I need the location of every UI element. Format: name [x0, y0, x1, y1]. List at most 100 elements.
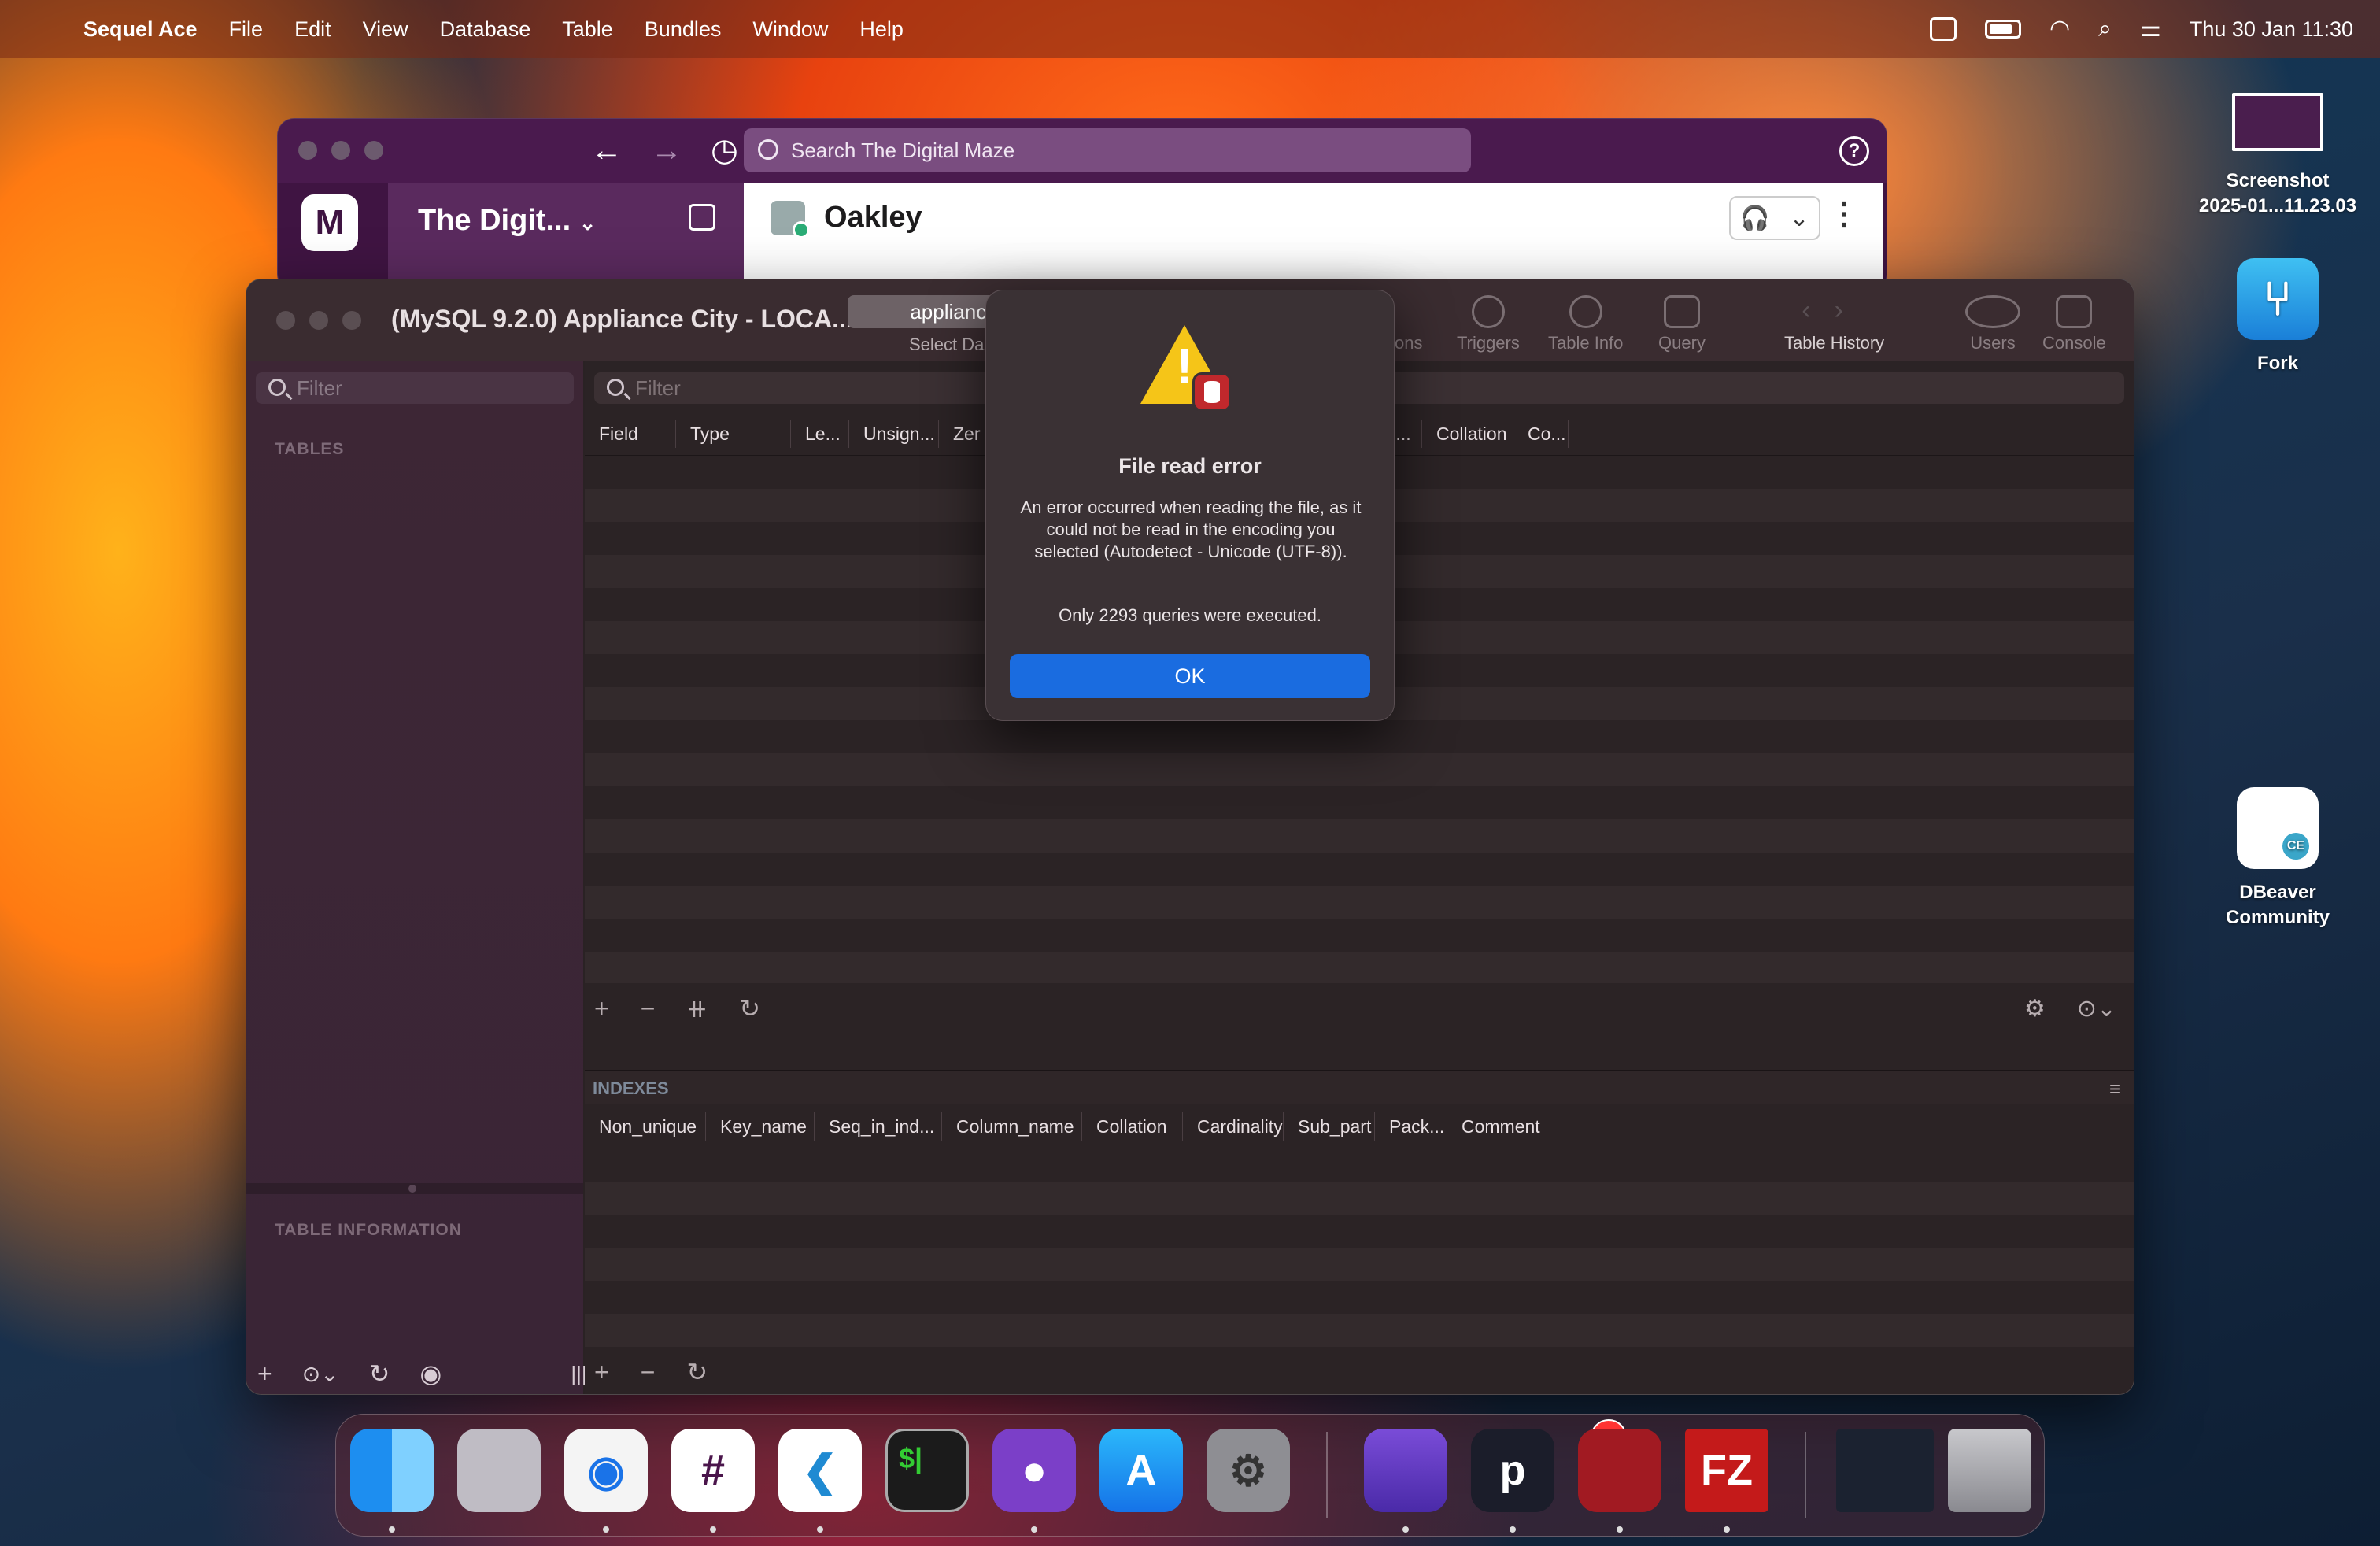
- help-icon[interactable]: ?: [1839, 136, 1869, 166]
- column-header-collation[interactable]: Collation: [1082, 1111, 1183, 1141]
- huddle-button[interactable]: 🎧 ⌄: [1729, 196, 1820, 240]
- sidebar-split-handle[interactable]: [246, 1183, 583, 1194]
- parking-p-icon[interactable]: p: [1471, 1429, 1554, 1512]
- menu-view[interactable]: View: [363, 17, 408, 42]
- database-app-icon[interactable]: [1364, 1429, 1447, 1512]
- refresh-icon[interactable]: ↻: [739, 993, 760, 1023]
- column-header-unsigned[interactable]: Unsign...: [849, 419, 939, 448]
- column-header-field[interactable]: Field: [585, 419, 676, 448]
- menu-database[interactable]: Database: [440, 17, 531, 42]
- add-index-button[interactable]: +: [594, 1358, 609, 1387]
- workspace-icon[interactable]: M: [301, 194, 358, 251]
- trash-icon[interactable]: [1948, 1429, 2031, 1512]
- structure-filter-placeholder: Filter: [635, 375, 681, 400]
- workspace-name-menu[interactable]: The Digit... ⌄: [418, 204, 597, 238]
- vscode-icon[interactable]: ❮: [778, 1429, 862, 1512]
- parking-app-icon[interactable]: [1929, 17, 1957, 41]
- tables-sidebar: Filter TABLES TABLE INFORMATION + ⊙⌄ ↻ ◉…: [246, 361, 587, 1394]
- menu-help[interactable]: Help: [859, 17, 904, 42]
- launchpad-icon[interactable]: [457, 1429, 541, 1512]
- menu-window[interactable]: Window: [752, 17, 828, 42]
- column-header-cardinality[interactable]: Cardinality: [1183, 1111, 1284, 1141]
- column-header-sub-part[interactable]: Sub_part: [1284, 1111, 1375, 1141]
- minimized-window-thumbnail[interactable]: [1836, 1429, 1934, 1512]
- avatar[interactable]: [771, 201, 810, 239]
- search-icon: [758, 139, 778, 160]
- menu-table[interactable]: Table: [562, 17, 613, 42]
- menu-bundles[interactable]: Bundles: [645, 17, 722, 42]
- spotlight-search-icon[interactable]: ⌕: [2098, 17, 2112, 41]
- desktop-dbeaver-app[interactable]: CE DBeaver Community: [2182, 787, 2374, 930]
- finder-icon[interactable]: [350, 1429, 434, 1512]
- slack-search-input[interactable]: Search The Digital Maze: [744, 128, 1471, 172]
- column-header-seq-in-index[interactable]: Seq_in_ind...: [815, 1111, 942, 1141]
- menubar-clock[interactable]: Thu 30 Jan 11:30: [2190, 17, 2353, 42]
- sidebar-bottom-bar: + ⊙⌄ ↻ ◉ |||: [246, 1352, 587, 1394]
- column-header-comment[interactable]: Comment: [1447, 1111, 1617, 1141]
- column-header-column-name[interactable]: Column_name: [942, 1111, 1082, 1141]
- column-header-non-unique[interactable]: Non_unique: [585, 1111, 706, 1141]
- add-table-button[interactable]: +: [257, 1359, 272, 1389]
- chrome-icon[interactable]: ◉: [564, 1429, 648, 1512]
- toolbar-console[interactable]: Console: [2042, 295, 2106, 353]
- refresh-icon[interactable]: ↻: [686, 1357, 708, 1387]
- channel-name[interactable]: Oakley: [824, 201, 922, 235]
- menu-file[interactable]: File: [229, 17, 264, 42]
- eye-icon[interactable]: ◉: [419, 1359, 442, 1389]
- wifi-icon[interactable]: ◠: [2049, 17, 2070, 41]
- gear-icon[interactable]: ⚙: [2024, 995, 2046, 1023]
- minimize-button[interactable]: [331, 141, 350, 160]
- toolbar-table-history-label: Table History: [1784, 333, 1885, 353]
- sequel-ace-icon[interactable]: [1578, 1429, 1661, 1512]
- column-header-key-name[interactable]: Key_name: [706, 1111, 815, 1141]
- remove-index-button[interactable]: −: [641, 1358, 656, 1387]
- close-button[interactable]: [298, 141, 317, 160]
- zoom-button[interactable]: [342, 311, 361, 330]
- duplicate-field-button[interactable]: ⧺: [686, 993, 708, 1023]
- github-desktop-icon[interactable]: ●: [992, 1429, 1076, 1512]
- history-clock-icon[interactable]: ◷: [711, 135, 738, 166]
- chevron-down-icon: ⌄: [578, 211, 597, 235]
- tables-filter-input[interactable]: Filter: [256, 372, 574, 404]
- minimize-button[interactable]: [309, 311, 328, 330]
- terminal-icon[interactable]: $|: [885, 1429, 969, 1512]
- menu-app-name[interactable]: Sequel Ace: [83, 17, 198, 42]
- slack-icon[interactable]: #: [671, 1429, 755, 1512]
- refresh-icon[interactable]: ↻: [369, 1359, 390, 1389]
- more-actions-menu[interactable]: ⊙⌄: [2077, 995, 2116, 1023]
- toolbar-query[interactable]: Query: [1658, 295, 1706, 353]
- forward-arrow-icon[interactable]: →: [651, 135, 682, 166]
- toolbar-triggers[interactable]: Triggers: [1457, 295, 1520, 353]
- column-header-length[interactable]: Le...: [791, 419, 849, 448]
- control-center-icon[interactable]: ⚌: [2140, 17, 2161, 41]
- column-header-packed[interactable]: Pack...: [1375, 1111, 1447, 1141]
- hamburger-menu-icon[interactable]: ≡: [2109, 1071, 2121, 1106]
- filezilla-icon[interactable]: FZ: [1685, 1429, 1768, 1512]
- desktop-fork-app[interactable]: ⑂ Fork: [2182, 258, 2374, 376]
- running-indicator: [1617, 1526, 1623, 1533]
- battery-icon[interactable]: [1984, 20, 2021, 39]
- desktop-screenshot-file[interactable]: Screenshot 2025-01...11.23.03: [2182, 93, 2374, 219]
- more-options-icon[interactable]: ⋮: [1828, 196, 1860, 232]
- menu-edit[interactable]: Edit: [294, 17, 331, 42]
- table-actions-menu[interactable]: ⊙⌄: [302, 1361, 339, 1387]
- column-header-collation[interactable]: Collation: [1422, 419, 1513, 448]
- system-settings-icon[interactable]: ⚙: [1207, 1429, 1290, 1512]
- app-store-icon[interactable]: A: [1099, 1429, 1183, 1512]
- close-button[interactable]: [276, 311, 295, 330]
- add-field-button[interactable]: +: [594, 994, 609, 1023]
- toolbar-users[interactable]: Users: [1965, 295, 2020, 353]
- screenshot-thumbnail-icon: [2232, 93, 2323, 151]
- zoom-button[interactable]: [364, 141, 383, 160]
- column-header-comment[interactable]: Co...: [1513, 419, 1569, 448]
- compose-icon[interactable]: [689, 204, 715, 231]
- toolbar-table-info[interactable]: Table Info: [1548, 295, 1623, 353]
- toolbar-table-history[interactable]: ‹› Table History: [1784, 295, 1884, 353]
- search-icon: [607, 379, 624, 396]
- ok-button[interactable]: OK: [1010, 654, 1370, 698]
- back-arrow-icon[interactable]: ←: [591, 135, 623, 166]
- remove-field-button[interactable]: −: [641, 994, 656, 1023]
- dock-separator: [1326, 1432, 1328, 1518]
- indexes-rows[interactable]: [585, 1148, 2134, 1348]
- column-header-type[interactable]: Type: [676, 419, 791, 448]
